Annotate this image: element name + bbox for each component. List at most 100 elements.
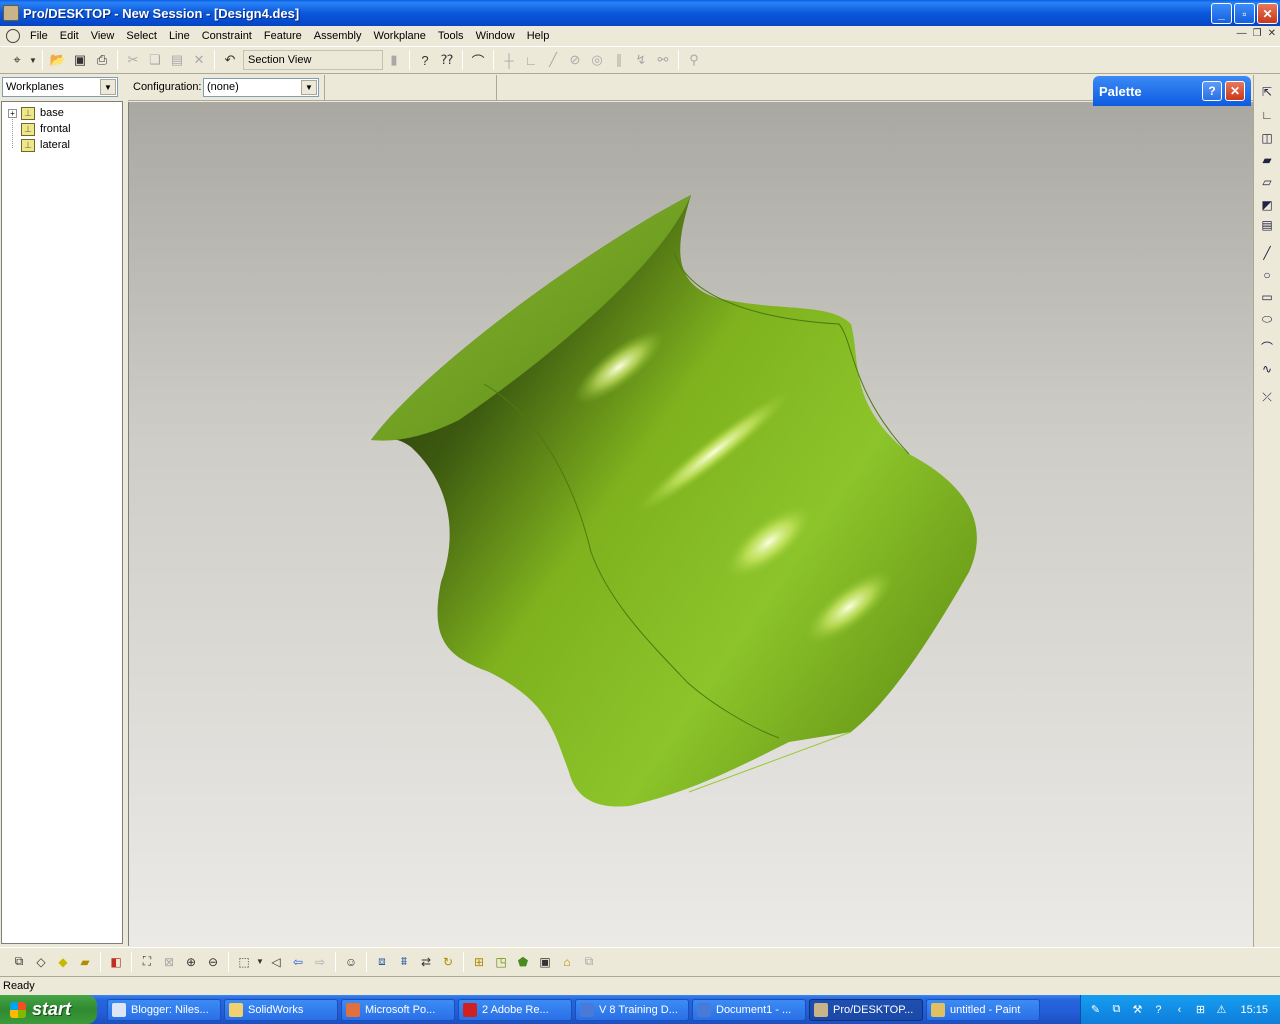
dropdown-arrow-icon[interactable]: ▼ xyxy=(255,951,265,973)
document-icon[interactable] xyxy=(6,28,20,43)
design-viewport[interactable] xyxy=(128,102,1253,946)
component-icon-5[interactable]: ⌂ xyxy=(556,951,578,973)
menu-line[interactable]: Line xyxy=(163,30,196,42)
menu-select[interactable]: Select xyxy=(120,30,163,42)
revolve-tool-icon[interactable]: ▱ xyxy=(1258,173,1276,191)
task-paint[interactable]: untitled - Paint xyxy=(926,998,1040,1021)
menu-file[interactable]: File xyxy=(24,30,54,42)
arc-tool-icon[interactable]: ⌒ xyxy=(1258,338,1276,356)
zoom-fit-icon[interactable]: ⛶ xyxy=(136,951,158,973)
constraint-icon-1[interactable]: ┼ xyxy=(498,49,520,71)
constraint-icon-4[interactable]: ⊘ xyxy=(564,49,586,71)
constraint-icon-6[interactable]: ∥ xyxy=(608,49,630,71)
close-button[interactable]: ✕ xyxy=(1257,3,1278,24)
clock[interactable]: 15:15 xyxy=(1240,1004,1268,1016)
feature-tool-icon[interactable]: ◩ xyxy=(1258,196,1276,214)
spline-tool-icon[interactable]: ∿ xyxy=(1258,360,1276,378)
context-help-icon[interactable]: ⁇ xyxy=(436,49,458,71)
doc-close-button[interactable]: ✕ xyxy=(1268,28,1276,39)
menu-workplane[interactable]: Workplane xyxy=(367,30,431,42)
next-view-icon[interactable]: ⇨ xyxy=(309,951,331,973)
cut-icon[interactable]: ✂ xyxy=(122,49,144,71)
extrude-tool-icon[interactable]: ▰ xyxy=(1258,151,1276,169)
print-icon[interactable]: ⎙ xyxy=(91,49,113,71)
task-solidworks[interactable]: SolidWorks xyxy=(224,998,338,1021)
task-pro-desktop[interactable]: Pro/DESKTOP... xyxy=(809,998,923,1021)
network-icon[interactable]: ⧉ xyxy=(1108,1002,1124,1018)
dropdown-arrow-icon[interactable]: ▼ xyxy=(28,49,38,71)
menu-help[interactable]: Help xyxy=(521,30,556,42)
component-icon-1[interactable]: ⊞ xyxy=(468,951,490,973)
open-icon[interactable]: 📂 xyxy=(47,49,69,71)
menu-constraint[interactable]: Constraint xyxy=(196,30,258,42)
help-icon[interactable]: ? xyxy=(414,49,436,71)
menu-tools[interactable]: Tools xyxy=(432,30,470,42)
assembly-icon-3[interactable]: ⇄ xyxy=(415,951,437,973)
section-toggle-icon[interactable]: ▮ xyxy=(383,49,405,71)
magnify-icon[interactable]: ⚲ xyxy=(683,49,705,71)
line-tool-icon[interactable]: ╱ xyxy=(1258,244,1276,262)
menu-window[interactable]: Window xyxy=(470,30,521,42)
constraint-icon-7[interactable]: ↯ xyxy=(630,49,652,71)
help-icon[interactable]: ? xyxy=(1150,1002,1166,1018)
pattern-tool-icon[interactable]: ▤ xyxy=(1258,216,1276,234)
tree-item-frontal[interactable]: ⊥ frontal xyxy=(8,121,71,137)
tree-item-base[interactable]: + ⊥ base xyxy=(8,105,64,121)
chevron-down-icon[interactable]: ▼ xyxy=(301,80,317,95)
assembly-icon-4[interactable]: ↻ xyxy=(437,951,459,973)
maximize-button[interactable]: ▫ xyxy=(1234,3,1255,24)
tree-item-lateral[interactable]: ⊥ lateral xyxy=(8,137,70,153)
task-training-doc[interactable]: V 8 Training D... xyxy=(575,998,689,1021)
constraint-icon-5[interactable]: ◎ xyxy=(586,49,608,71)
circle-tool-icon[interactable]: ○ xyxy=(1258,266,1276,284)
assembly-icon-2[interactable]: ⩩ xyxy=(393,951,415,973)
rectangle-tool-icon[interactable]: ▭ xyxy=(1258,288,1276,306)
light-icon[interactable]: ◆ xyxy=(52,951,74,973)
isometric-view-icon[interactable]: ⧉ xyxy=(8,951,30,973)
component-icon-6[interactable]: ⧉ xyxy=(578,951,600,973)
render-icon[interactable]: ◧ xyxy=(105,951,127,973)
smiley-icon[interactable]: ☺ xyxy=(340,951,362,973)
section-view-field[interactable]: Section View xyxy=(243,50,383,70)
task-blogger[interactable]: Blogger: Niles... xyxy=(107,998,221,1021)
constraint-icon-8[interactable]: ⚯ xyxy=(652,49,674,71)
undo-icon[interactable]: ↶ xyxy=(219,49,241,71)
workplane-tool-icon[interactable]: ◫ xyxy=(1258,129,1276,147)
zoom-out-icon[interactable]: ⊖ xyxy=(202,951,224,973)
trim-tool-icon[interactable]: ⤫ xyxy=(1258,388,1276,406)
palette-help-button[interactable]: ? xyxy=(1202,81,1222,101)
dimension-tool-icon[interactable]: ∟ xyxy=(1258,106,1276,124)
select-mode-icon[interactable]: ⌖ xyxy=(6,49,28,71)
doc-minimize-button[interactable]: — xyxy=(1237,28,1247,39)
save-icon[interactable]: ▣ xyxy=(69,49,91,71)
view-direction-icon[interactable]: ◁ xyxy=(265,951,287,973)
palette-close-button[interactable]: ✕ xyxy=(1225,81,1245,101)
constraint-icon-3[interactable]: ╱ xyxy=(542,49,564,71)
menu-view[interactable]: View xyxy=(85,30,121,42)
constraint-icon-2[interactable]: ∟ xyxy=(520,49,542,71)
workplanes-combo[interactable]: Workplanes ▼ xyxy=(2,77,118,97)
chevron-down-icon[interactable]: ▼ xyxy=(100,79,116,95)
select-tool-icon[interactable]: ⇱ xyxy=(1258,83,1276,101)
menu-assembly[interactable]: Assembly xyxy=(308,30,368,42)
zoom-window-icon[interactable]: ⊠ xyxy=(158,951,180,973)
assembly-icon-1[interactable]: ⧈ xyxy=(371,951,393,973)
configuration-combo[interactable]: (none) ▼ xyxy=(203,78,319,97)
component-icon-3[interactable]: ⬟ xyxy=(512,951,534,973)
copy-icon[interactable]: ❏ xyxy=(144,49,166,71)
doc-restore-button[interactable]: ❐ xyxy=(1253,28,1262,39)
expand-tray-icon[interactable]: ‹ xyxy=(1171,1002,1187,1018)
paste-icon[interactable]: ▤ xyxy=(166,49,188,71)
expand-icon[interactable]: + xyxy=(8,108,17,118)
tray-app-icon-2[interactable]: ⚠ xyxy=(1213,1002,1229,1018)
ellipse-tool-icon[interactable]: ⬭ xyxy=(1258,310,1276,328)
palette-titlebar[interactable]: Palette ? ✕ xyxy=(1093,76,1251,106)
component-icon-4[interactable]: ▣ xyxy=(534,951,556,973)
task-document1[interactable]: Document1 - ... xyxy=(692,998,806,1021)
tray-app-icon[interactable]: ⊞ xyxy=(1192,1002,1208,1018)
menu-feature[interactable]: Feature xyxy=(258,30,308,42)
task-adobe-reader[interactable]: 2 Adobe Re... xyxy=(458,998,572,1021)
pen-icon[interactable]: ✎ xyxy=(1087,1002,1103,1018)
component-icon-2[interactable]: ◳ xyxy=(490,951,512,973)
shaded-icon[interactable]: ▰ xyxy=(74,951,96,973)
